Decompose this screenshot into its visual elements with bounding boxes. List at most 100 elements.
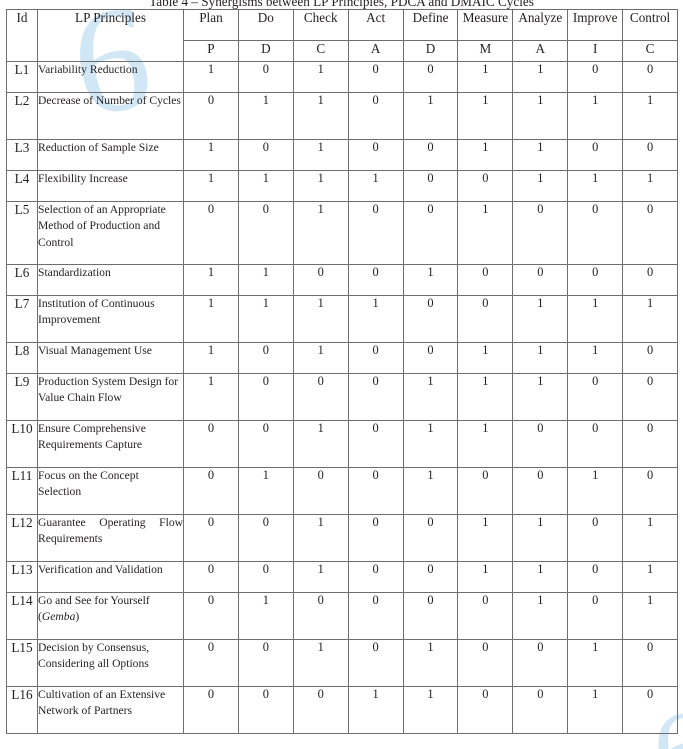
row-principle-l4: Flexibility Increase <box>37 170 184 202</box>
table-row: L9 Production System Design for Value Cha… <box>6 373 679 421</box>
cell-l14-check: 0 <box>292 592 349 640</box>
cell-l1-define: 0 <box>402 61 459 93</box>
cell-l11-do: 1 <box>237 467 294 515</box>
table-container: Id LP Principles Plan Do Check Act Define Mea… <box>6 9 679 734</box>
cell-l11-measure: 0 <box>457 467 514 515</box>
gemba-term: Gemba <box>41 610 76 624</box>
cell-l3-do: 0 <box>237 139 294 171</box>
cell-l11-act: 0 <box>347 467 404 515</box>
cell-l13-analyze: 1 <box>512 561 569 593</box>
cell-l10-act: 0 <box>347 420 404 468</box>
column-abbrev-do: D <box>237 40 294 62</box>
table-row: L7 Institution of Continuous Improvement 1… <box>6 295 679 343</box>
cell-l5-improve: 0 <box>567 201 624 265</box>
column-header-measure: Measure <box>457 9 514 41</box>
cell-l7-check: 1 <box>292 295 349 343</box>
cell-l16-act: 1 <box>347 686 404 734</box>
cell-l11-check: 0 <box>292 467 349 515</box>
cell-l12-act: 0 <box>347 514 404 562</box>
cell-l3-act: 0 <box>347 139 404 171</box>
cell-l2-check: 1 <box>292 92 349 140</box>
cell-l2-define: 1 <box>402 92 459 140</box>
cell-l16-improve: 1 <box>567 686 624 734</box>
row-principle-l13: Verification and Validation <box>37 561 184 593</box>
column-header-act: Act <box>347 9 404 41</box>
column-abbrev-improve: I <box>567 40 624 62</box>
table-row: L14 Go and See for Yourself (Gemba) 0 1 0 0 0 0… <box>6 592 679 640</box>
cell-l12-measure: 1 <box>457 514 514 562</box>
cell-l3-plan: 1 <box>183 139 239 171</box>
row-id-l14: L14 <box>6 592 38 640</box>
table-row: L8 Visual Management Use 1 0 1 0 0 1 1 1 0 <box>6 342 679 374</box>
cell-l4-plan: 1 <box>183 170 239 202</box>
cell-l13-plan: 0 <box>183 561 239 593</box>
table-row: L13 Verification and Validation 0 0 1 0 0 1 1 0 1 <box>6 561 679 593</box>
cell-l5-analyze: 0 <box>512 201 569 265</box>
cell-l14-analyze: 1 <box>512 592 569 640</box>
row-principle-l3: Reduction of Sample Size <box>37 139 184 171</box>
row-principle-l16: Cultivation of an Extensive Network of P… <box>37 686 184 734</box>
row-principle-l1: Variability Reduction <box>37 61 184 93</box>
row-principle-l7: Institution of Continuous Improvement <box>37 295 184 343</box>
column-abbrev-act: A <box>347 40 404 62</box>
cell-l11-improve: 1 <box>567 467 624 515</box>
cell-l2-control: 1 <box>622 92 679 140</box>
column-abbrev-control: C <box>622 40 679 62</box>
cell-l10-check: 1 <box>292 420 349 468</box>
cell-l13-improve: 0 <box>567 561 624 593</box>
row-principle-l14: Go and See for Yourself (Gemba) <box>37 592 184 640</box>
table-row: L3 Reduction of Sample Size 1 0 1 0 0 1 1 0 0 <box>6 139 679 171</box>
table-row: L15 Decision by Consensus, Considering al… <box>6 639 679 687</box>
cell-l10-plan: 0 <box>183 420 239 468</box>
cell-l4-analyze: 1 <box>512 170 569 202</box>
cell-l1-do: 0 <box>237 61 294 93</box>
cell-l11-analyze: 0 <box>512 467 569 515</box>
cell-l10-improve: 0 <box>567 420 624 468</box>
cell-l13-do: 0 <box>237 561 294 593</box>
cell-l4-control: 1 <box>622 170 679 202</box>
cell-l5-define: 0 <box>402 201 459 265</box>
cell-l7-analyze: 1 <box>512 295 569 343</box>
cell-l14-control: 1 <box>622 592 679 640</box>
cell-l12-improve: 0 <box>567 514 624 562</box>
table-row: L4 Flexibility Increase 1 1 1 1 0 0 1 1 1 <box>6 170 679 202</box>
cell-l9-plan: 1 <box>183 373 239 421</box>
cell-l8-measure: 1 <box>457 342 514 374</box>
row-principle-l5: Selection of an Appropriate Method of Pr… <box>37 201 184 265</box>
cell-l1-analyze: 1 <box>512 61 569 93</box>
column-header-lp-principles: LP Principles <box>37 9 184 62</box>
cell-l14-measure: 0 <box>457 592 514 640</box>
cell-l9-check: 0 <box>292 373 349 421</box>
cell-l16-define: 1 <box>402 686 459 734</box>
cell-l4-check: 1 <box>292 170 349 202</box>
cell-l7-improve: 1 <box>567 295 624 343</box>
header-row-cycles: Id LP Principles Plan Do Check Act Define Mea… <box>6 9 679 62</box>
row-principle-l10: Ensure Comprehensive Requirements Captur… <box>37 420 184 468</box>
synergisms-table: Id LP Principles Plan Do Check Act Define Mea… <box>6 9 679 734</box>
column-header-plan: Plan <box>183 9 239 41</box>
table-row: L1 Variability Reduction 1 0 1 0 0 1 1 0 0 <box>6 61 679 93</box>
cell-l13-control: 1 <box>622 561 679 593</box>
table-row: L10 Ensure Comprehensive Requirements Cap… <box>6 420 679 468</box>
row-id-l5: L5 <box>6 201 38 265</box>
cell-l11-define: 1 <box>402 467 459 515</box>
row-principle-text: Guarantee Operating Flow Requirements <box>38 516 183 546</box>
cell-l6-plan: 1 <box>183 264 239 296</box>
cell-l5-control: 0 <box>622 201 679 265</box>
cell-l16-do: 0 <box>237 686 294 734</box>
cell-l7-plan: 1 <box>183 295 239 343</box>
cell-l8-check: 1 <box>292 342 349 374</box>
cell-l7-measure: 0 <box>457 295 514 343</box>
row-principle-l11: Focus on the Concept Selection <box>37 467 184 515</box>
row-principle-l2: Decrease of Number of Cycles <box>37 92 184 140</box>
row-id-l1: L1 <box>6 61 38 93</box>
column-abbrev-check: C <box>292 40 349 62</box>
row-id-l13: L13 <box>6 561 38 593</box>
cell-l6-analyze: 0 <box>512 264 569 296</box>
cell-l6-do: 1 <box>237 264 294 296</box>
cell-l8-analyze: 1 <box>512 342 569 374</box>
cell-l4-improve: 1 <box>567 170 624 202</box>
cell-l7-define: 0 <box>402 295 459 343</box>
cell-l13-measure: 1 <box>457 561 514 593</box>
cell-l3-improve: 0 <box>567 139 624 171</box>
